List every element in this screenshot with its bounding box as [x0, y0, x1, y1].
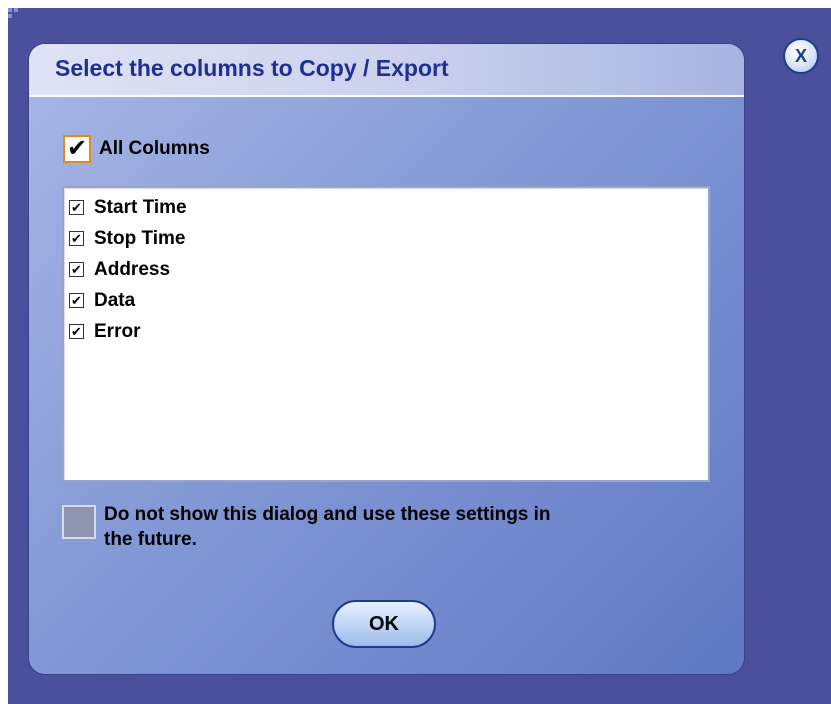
checkmark-icon: ✔ [71, 200, 82, 215]
columns-list[interactable]: ✔ Start Time ✔ Stop Time ✔ Address ✔ Dat… [62, 186, 710, 482]
ok-button[interactable]: OK [332, 600, 436, 648]
column-checkbox[interactable]: ✔ [69, 324, 84, 339]
dialog-title-bar: Select the columns to Copy / Export [29, 44, 744, 97]
all-columns-label: All Columns [99, 138, 210, 159]
column-checkbox[interactable]: ✔ [69, 200, 84, 215]
dont-show-label: Do not show this dialog and use these se… [104, 504, 551, 550]
column-checkbox[interactable]: ✔ [69, 231, 84, 246]
checkmark-icon: ✔ [71, 231, 82, 246]
copy-export-dialog: Select the columns to Copy / Export ✔ Al… [29, 44, 744, 674]
close-icon: X [794, 45, 807, 66]
app-window: Select the columns to Copy / Export ✔ Al… [8, 8, 831, 704]
all-columns-option[interactable]: ✔ All Columns [63, 134, 210, 164]
column-label: Start Time [94, 196, 187, 218]
all-columns-checkbox[interactable]: ✔ [63, 135, 91, 163]
checkmark-icon: ✔ [71, 262, 82, 277]
column-item-start-time[interactable]: ✔ Start Time [64, 192, 708, 223]
close-button[interactable]: X [783, 38, 819, 74]
dont-show-option[interactable]: Do not show this dialog and use these se… [62, 502, 584, 552]
column-item-address[interactable]: ✔ Address [64, 254, 708, 285]
checkmark-icon: ✔ [71, 293, 82, 308]
dialog-title: Select the columns to Copy / Export [55, 55, 449, 81]
column-label: Address [94, 258, 171, 280]
checkmark-icon: ✔ [71, 324, 82, 339]
checkmark-icon: ✔ [66, 135, 88, 162]
column-label: Stop Time [94, 227, 186, 249]
dont-show-checkbox[interactable] [62, 505, 96, 539]
column-label: Data [94, 289, 136, 311]
column-item-data[interactable]: ✔ Data [64, 285, 708, 316]
column-item-stop-time[interactable]: ✔ Stop Time [64, 223, 708, 254]
column-checkbox[interactable]: ✔ [69, 262, 84, 277]
column-checkbox[interactable]: ✔ [69, 293, 84, 308]
column-item-error[interactable]: ✔ Error [64, 316, 708, 347]
column-label: Error [94, 320, 141, 342]
resize-grip-icon[interactable] [8, 8, 22, 22]
